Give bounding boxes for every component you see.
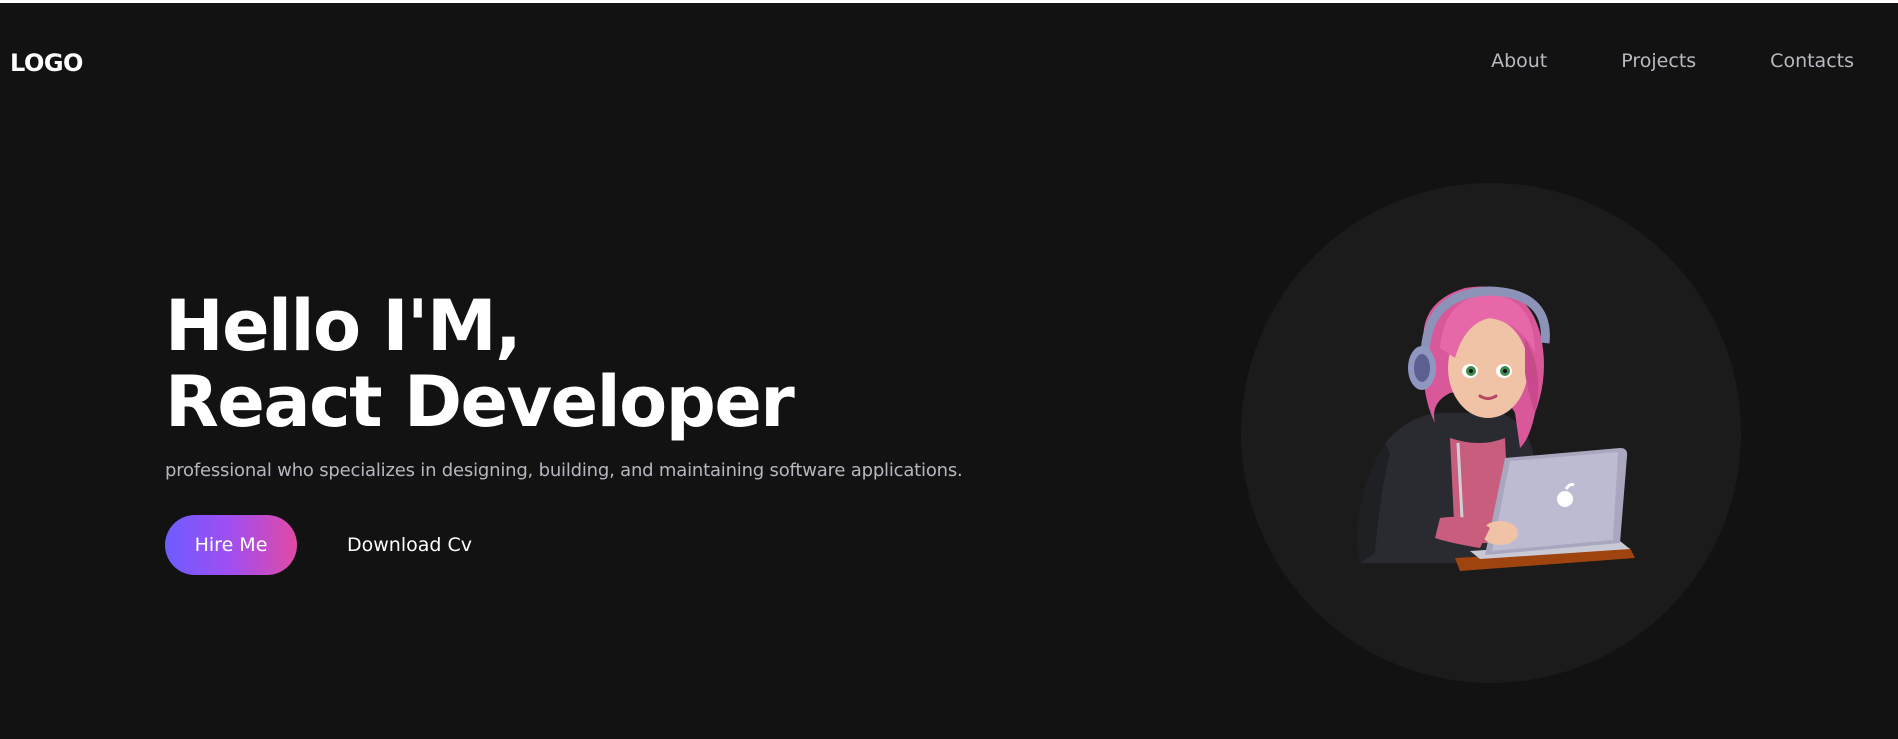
main-nav: About Projects Contacts [1417,50,1854,72]
hero-actions: Hire Me Download Cv [165,515,963,575]
hero-title-line2: React Developer [165,361,795,443]
nav-contacts[interactable]: Contacts [1770,50,1854,72]
logo[interactable]: LOGO [10,49,83,77]
nav-about[interactable]: About [1491,50,1547,72]
hero-title-line1: Hello I'M, [165,285,522,367]
hire-me-button[interactable]: Hire Me [165,515,297,575]
page: LOGO About Projects Contacts Hello I'M, … [0,3,1898,739]
hero-section: Hello I'M, React Developer professional … [165,288,963,575]
download-cv-button[interactable]: Download Cv [347,534,472,556]
hero-subtitle: professional who specializes in designin… [165,460,963,481]
developer-girl-avatar-icon [1357,286,1635,571]
nav-projects[interactable]: Projects [1621,50,1696,72]
hero-title: Hello I'M, React Developer [165,288,963,440]
